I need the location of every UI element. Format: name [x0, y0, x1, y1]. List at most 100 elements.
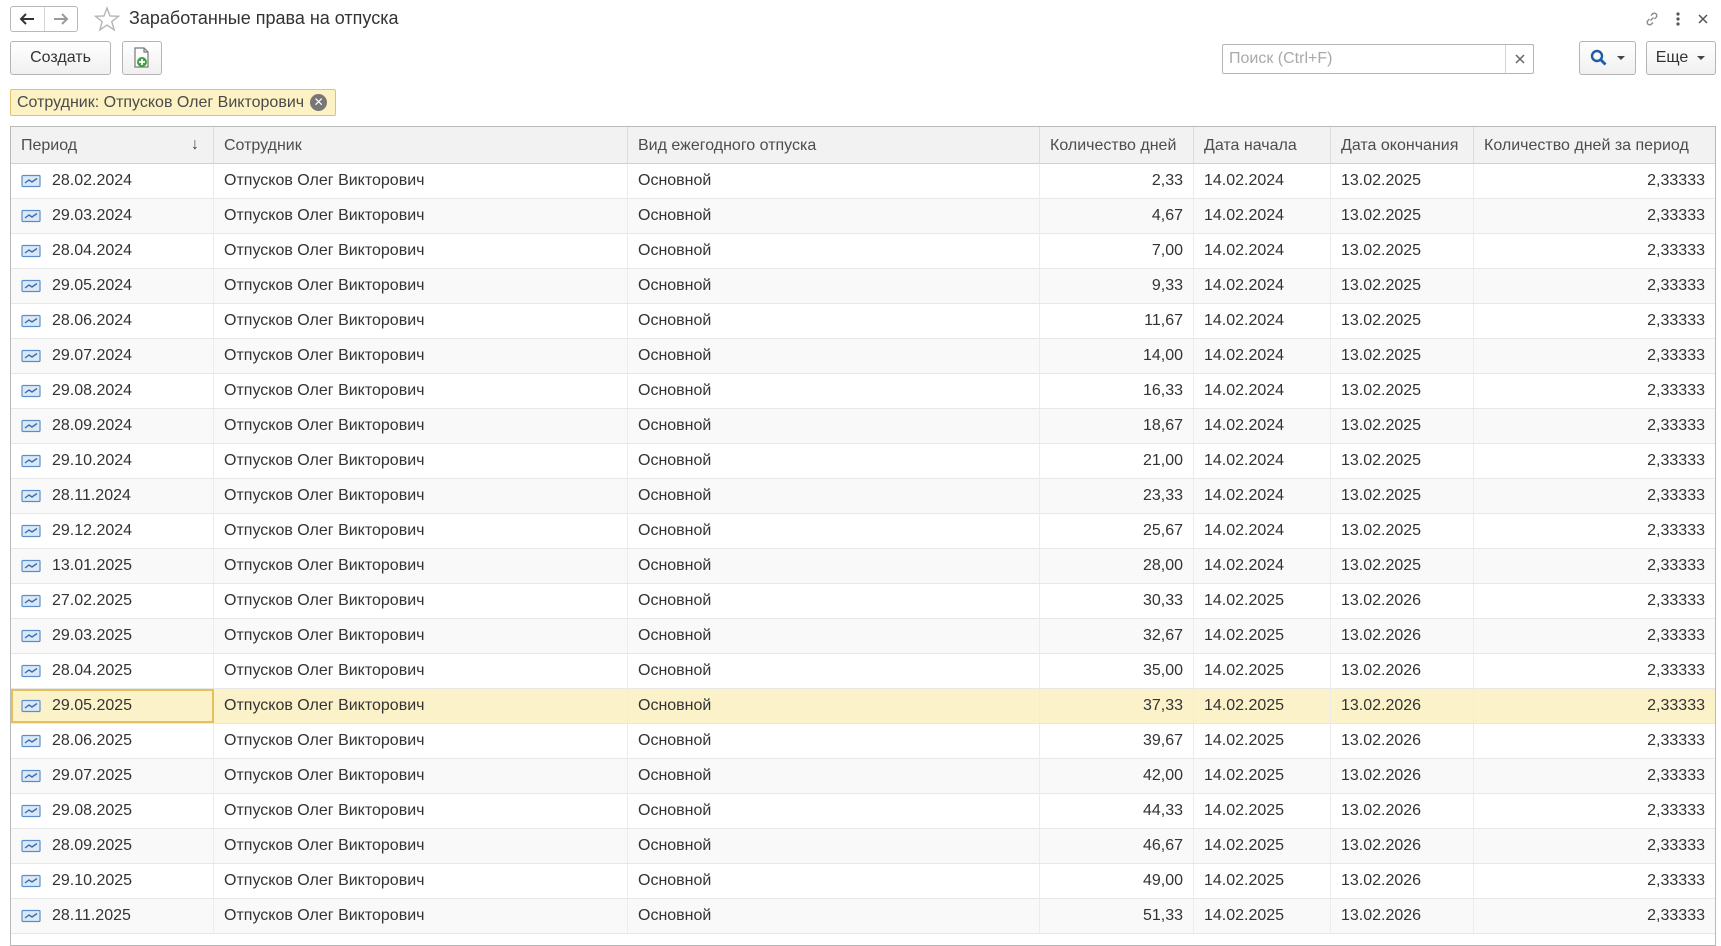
cell-days[interactable]: 28,00 — [1040, 549, 1194, 583]
cell-end-date[interactable]: 13.02.2025 — [1331, 409, 1474, 443]
cell-end-date[interactable]: 13.02.2026 — [1331, 689, 1474, 723]
cell-days-per-period[interactable]: 2,33333 — [1474, 864, 1715, 898]
cell-end-date[interactable]: 13.02.2026 — [1331, 724, 1474, 758]
create-button[interactable]: Создать — [10, 41, 111, 75]
cell-days[interactable]: 7,00 — [1040, 234, 1194, 268]
cell-vacation-type[interactable]: Основной — [628, 339, 1040, 373]
cell-employee[interactable]: Отпусков Олег Викторович — [214, 444, 628, 478]
cell-end-date[interactable]: 13.02.2025 — [1331, 234, 1474, 268]
cell-employee[interactable]: Отпусков Олег Викторович — [214, 724, 628, 758]
cell-vacation-type[interactable]: Основной — [628, 164, 1040, 198]
cell-period[interactable]: 28.06.2025 — [11, 724, 214, 758]
cell-employee[interactable]: Отпусков Олег Викторович — [214, 304, 628, 338]
cell-end-date[interactable]: 13.02.2026 — [1331, 654, 1474, 688]
cell-vacation-type[interactable]: Основной — [628, 514, 1040, 548]
cell-days[interactable]: 25,67 — [1040, 514, 1194, 548]
cell-end-date[interactable]: 13.02.2025 — [1331, 549, 1474, 583]
cell-days-per-period[interactable]: 2,33333 — [1474, 339, 1715, 373]
cell-days-per-period[interactable]: 2,33333 — [1474, 234, 1715, 268]
create-copy-button[interactable] — [122, 41, 162, 75]
back-button[interactable] — [11, 7, 44, 31]
more-menu-button[interactable] — [1667, 8, 1689, 30]
cell-vacation-type[interactable]: Основной — [628, 304, 1040, 338]
table-row[interactable]: 13.01.2025 Отпусков Олег Викторович Основн… — [11, 549, 1715, 584]
cell-days-per-period[interactable]: 2,33333 — [1474, 199, 1715, 233]
cell-period[interactable]: 28.02.2024 — [11, 164, 214, 198]
table-row[interactable]: 29.07.2024 Отпусков Олег Викторович Основн… — [11, 339, 1715, 374]
table-row[interactable]: 27.02.2025 Отпусков Олег Викторович Основн… — [11, 584, 1715, 619]
cell-days[interactable]: 37,33 — [1040, 689, 1194, 723]
cell-days-per-period[interactable]: 2,33333 — [1474, 759, 1715, 793]
cell-days-per-period[interactable]: 2,33333 — [1474, 829, 1715, 863]
cell-start-date[interactable]: 14.02.2024 — [1194, 199, 1331, 233]
cell-vacation-type[interactable]: Основной — [628, 479, 1040, 513]
cell-days[interactable]: 42,00 — [1040, 759, 1194, 793]
cell-days-per-period[interactable]: 2,33333 — [1474, 549, 1715, 583]
cell-end-date[interactable]: 13.02.2025 — [1331, 479, 1474, 513]
cell-employee[interactable]: Отпусков Олег Викторович — [214, 374, 628, 408]
cell-employee[interactable]: Отпусков Олег Викторович — [214, 759, 628, 793]
table-row[interactable]: 28.06.2025 Отпусков Олег Викторович Основн… — [11, 724, 1715, 759]
table-row[interactable]: 28.06.2024 Отпусков Олег Викторович Основн… — [11, 304, 1715, 339]
cell-end-date[interactable]: 13.02.2026 — [1331, 864, 1474, 898]
cell-period[interactable]: 29.03.2025 — [11, 619, 214, 653]
cell-start-date[interactable]: 14.02.2024 — [1194, 374, 1331, 408]
cell-period[interactable]: 28.04.2024 — [11, 234, 214, 268]
cell-start-date[interactable]: 14.02.2024 — [1194, 444, 1331, 478]
cell-vacation-type[interactable]: Основной — [628, 444, 1040, 478]
cell-end-date[interactable]: 13.02.2026 — [1331, 829, 1474, 863]
cell-vacation-type[interactable]: Основной — [628, 724, 1040, 758]
cell-vacation-type[interactable]: Основной — [628, 199, 1040, 233]
cell-days[interactable]: 4,67 — [1040, 199, 1194, 233]
cell-end-date[interactable]: 13.02.2026 — [1331, 794, 1474, 828]
cell-vacation-type[interactable]: Основной — [628, 584, 1040, 618]
cell-period[interactable]: 29.10.2025 — [11, 864, 214, 898]
close-button[interactable] — [1692, 8, 1714, 30]
cell-vacation-type[interactable]: Основной — [628, 269, 1040, 303]
cell-employee[interactable]: Отпусков Олег Викторович — [214, 654, 628, 688]
cell-start-date[interactable]: 14.02.2024 — [1194, 479, 1331, 513]
link-button[interactable] — [1641, 8, 1663, 30]
cell-start-date[interactable]: 14.02.2025 — [1194, 689, 1331, 723]
search-button[interactable] — [1579, 41, 1636, 75]
cell-period[interactable]: 29.05.2025 — [11, 689, 214, 723]
cell-start-date[interactable]: 14.02.2025 — [1194, 724, 1331, 758]
cell-period[interactable]: 29.07.2024 — [11, 339, 214, 373]
cell-employee[interactable]: Отпусков Олег Викторович — [214, 864, 628, 898]
table-row[interactable]: 28.09.2024 Отпусков Олег Викторович Основн… — [11, 409, 1715, 444]
cell-days[interactable]: 9,33 — [1040, 269, 1194, 303]
column-header-period[interactable]: Период ↓ — [11, 127, 214, 164]
table-row[interactable]: 28.02.2024 Отпусков Олег Викторович Основн… — [11, 164, 1715, 199]
cell-start-date[interactable]: 14.02.2025 — [1194, 759, 1331, 793]
cell-end-date[interactable]: 13.02.2025 — [1331, 304, 1474, 338]
cell-days[interactable]: 35,00 — [1040, 654, 1194, 688]
employee-filter-tag[interactable]: Сотрудник: Отпусков Олег Викторович ✕ — [10, 89, 337, 116]
cell-days[interactable]: 39,67 — [1040, 724, 1194, 758]
cell-vacation-type[interactable]: Основной — [628, 549, 1040, 583]
cell-start-date[interactable]: 14.02.2024 — [1194, 164, 1331, 198]
cell-days-per-period[interactable]: 2,33333 — [1474, 689, 1715, 723]
cell-employee[interactable]: Отпусков Олег Викторович — [214, 199, 628, 233]
cell-vacation-type[interactable]: Основной — [628, 654, 1040, 688]
cell-start-date[interactable]: 14.02.2025 — [1194, 619, 1331, 653]
column-header-days-per-period[interactable]: Количество дней за период — [1474, 127, 1715, 164]
table-row[interactable]: 29.05.2024 Отпусков Олег Викторович Основн… — [11, 269, 1715, 304]
cell-employee[interactable]: Отпусков Олег Викторович — [214, 339, 628, 373]
table-row[interactable]: 29.03.2024 Отпусков Олег Викторович Основн… — [11, 199, 1715, 234]
table-row[interactable]: 28.11.2025 Отпусков Олег Викторович Основн… — [11, 899, 1715, 934]
cell-start-date[interactable]: 14.02.2024 — [1194, 514, 1331, 548]
cell-employee[interactable]: Отпусков Олег Викторович — [214, 479, 628, 513]
cell-vacation-type[interactable]: Основной — [628, 689, 1040, 723]
cell-employee[interactable]: Отпусков Олег Викторович — [214, 794, 628, 828]
more-actions-button[interactable]: Еще — [1646, 41, 1716, 75]
cell-start-date[interactable]: 14.02.2025 — [1194, 584, 1331, 618]
cell-period[interactable]: 28.06.2024 — [11, 304, 214, 338]
cell-days-per-period[interactable]: 2,33333 — [1474, 269, 1715, 303]
cell-days-per-period[interactable]: 2,33333 — [1474, 514, 1715, 548]
cell-period[interactable]: 29.10.2024 — [11, 444, 214, 478]
column-header-employee[interactable]: Сотрудник — [214, 127, 628, 164]
table-row[interactable]: 28.11.2024 Отпусков Олег Викторович Основн… — [11, 479, 1715, 514]
cell-period[interactable]: 28.11.2024 — [11, 479, 214, 513]
cell-employee[interactable]: Отпусков Олег Викторович — [214, 409, 628, 443]
cell-days-per-period[interactable]: 2,33333 — [1474, 444, 1715, 478]
